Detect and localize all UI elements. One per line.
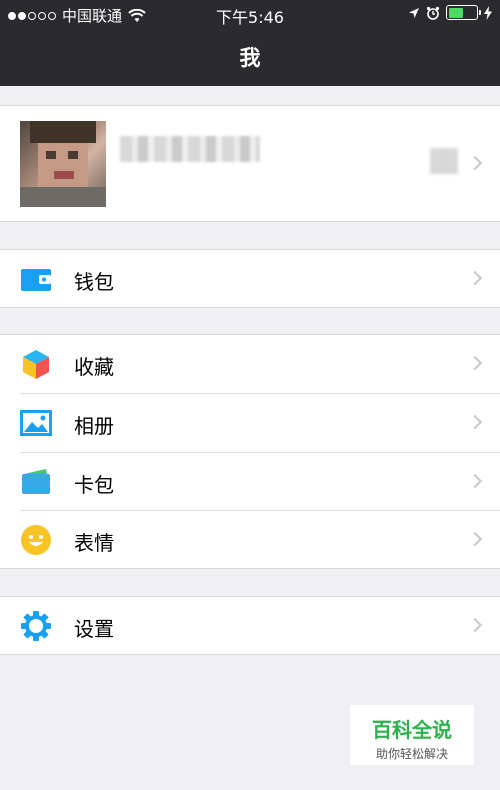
- menu-item-wallet[interactable]: 钱包: [0, 250, 500, 308]
- menu-label: 设置: [74, 617, 114, 641]
- menu-item-cards[interactable]: 卡包: [0, 453, 500, 511]
- menu-label: 卡包: [74, 473, 114, 497]
- gear-icon: [21, 611, 51, 641]
- chevron-right-icon: [467, 473, 483, 489]
- smiley-icon: [21, 525, 51, 555]
- photo-icon: [20, 410, 52, 436]
- menu-label: 收藏: [74, 355, 114, 379]
- charging-icon: [484, 5, 492, 20]
- battery-icon: [446, 5, 481, 20]
- cube-icon: [23, 350, 49, 379]
- card-icon: [22, 469, 50, 494]
- chevron-right-icon: [467, 414, 483, 430]
- status-bar: 中国联通 下午5:46: [0, 0, 500, 28]
- qrcode-icon[interactable]: [430, 148, 458, 174]
- menu-item-favorites[interactable]: 收藏: [0, 335, 500, 393]
- chevron-right-icon: [467, 270, 483, 286]
- wallet-icon: [21, 269, 51, 291]
- top-bar: 中国联通 下午5:46 我: [0, 0, 500, 86]
- alarm-icon: [426, 6, 440, 20]
- chevron-right-icon: [467, 617, 483, 633]
- status-right: [408, 5, 492, 20]
- menu-label: 表情: [74, 531, 114, 555]
- nickname-blurred: [120, 136, 260, 162]
- avatar[interactable]: [20, 121, 106, 207]
- menu-item-settings[interactable]: 设置: [0, 597, 500, 655]
- features-group: 收藏 相册 卡包 表情: [0, 334, 500, 569]
- menu-label: 相册: [74, 414, 114, 438]
- settings-group: 设置: [0, 596, 500, 655]
- watermark-logo: 百科全说 助你轻松解决: [350, 705, 474, 765]
- profile-card[interactable]: [0, 105, 500, 222]
- watermark-subtitle: 助你轻松解决: [375, 747, 448, 761]
- menu-label: 钱包: [74, 270, 114, 294]
- watermark-title: 百科全说: [372, 718, 452, 742]
- page-title: 我: [239, 46, 261, 70]
- chevron-right-icon: [467, 531, 483, 547]
- location-icon: [409, 7, 419, 18]
- menu-item-stickers[interactable]: 表情: [0, 511, 500, 569]
- chevron-right-icon: [467, 155, 483, 171]
- wallet-group: 钱包: [0, 249, 500, 308]
- menu-item-album[interactable]: 相册: [0, 394, 500, 452]
- chevron-right-icon: [467, 355, 483, 371]
